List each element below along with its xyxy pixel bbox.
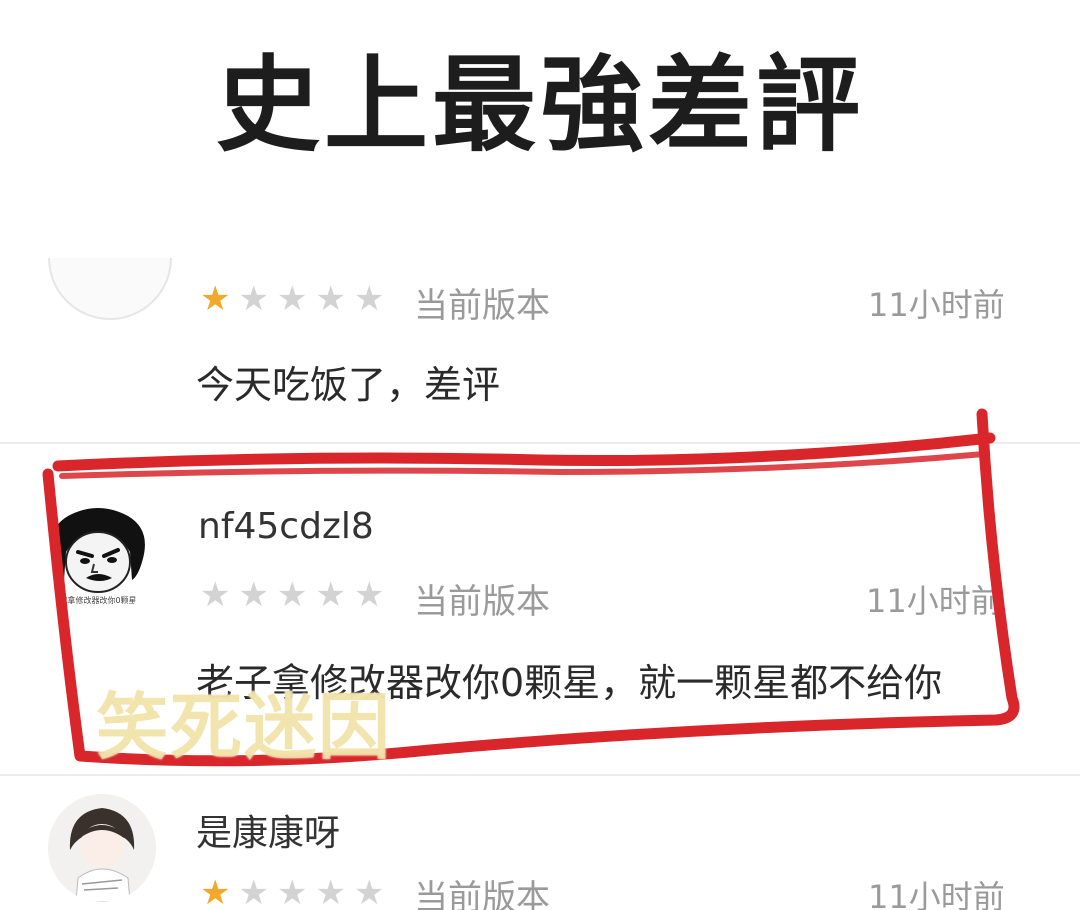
star-icon: ★ — [238, 873, 269, 910]
star-icon: ★ — [353, 873, 385, 910]
review-time: 11小时前 — [868, 286, 1005, 324]
girl-avatar-icon — [48, 794, 156, 902]
star-icon: ★ — [200, 279, 231, 319]
review-comment: 今天吃饭了，差评 — [196, 363, 501, 407]
star-icon: ★ — [276, 873, 308, 910]
star-rating: ★ ★ ★ ★ ★ — [200, 282, 384, 316]
avatar[interactable]: 我拿修改器改你0颗星 — [40, 500, 156, 616]
star-rating: ★ ★ ★ ★ ★ — [200, 578, 384, 612]
review-time: 11小时前 — [868, 878, 1005, 910]
star-icon: ★ — [353, 575, 385, 615]
star-icon: ★ — [200, 575, 231, 615]
star-icon: ★ — [315, 279, 346, 319]
version-label: 当前版本 — [414, 878, 550, 910]
username[interactable]: nf45cdzl8 — [198, 506, 374, 547]
divider — [0, 774, 1080, 776]
avatar[interactable] — [48, 258, 172, 320]
star-rating: ★ ★ ★ ★ ★ — [200, 876, 384, 910]
star-icon: ★ — [353, 279, 385, 319]
star-icon: ★ — [315, 873, 346, 910]
star-icon: ★ — [315, 575, 346, 615]
star-icon: ★ — [238, 279, 269, 319]
avatar-caption: 我拿修改器改你0颗星 — [59, 596, 137, 605]
username[interactable]: 是康康呀 — [196, 804, 340, 856]
headline: 史上最強差評 — [215, 44, 864, 166]
divider — [0, 442, 1080, 444]
star-icon: ★ — [238, 575, 269, 615]
version-label: 当前版本 — [414, 582, 550, 622]
watermark: 笑死迷因 — [96, 685, 393, 769]
review-list: ★ ★ ★ ★ ★ 当前版本 11小时前 今天吃饭了，差评 我拿修改器改你0颗星 — [0, 258, 1080, 910]
star-icon: ★ — [276, 575, 308, 615]
star-icon: ★ — [200, 873, 231, 910]
review-time: 11小时前 — [866, 582, 1003, 620]
star-icon: ★ — [276, 279, 308, 319]
avatar[interactable] — [48, 794, 156, 902]
version-label: 当前版本 — [414, 286, 550, 326]
